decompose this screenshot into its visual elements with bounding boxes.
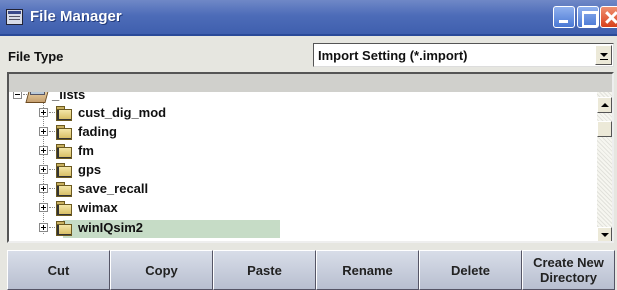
tree-node-label: _lists	[52, 92, 86, 102]
dropdown-arrow-icon[interactable]	[595, 45, 612, 65]
folder-icon	[55, 143, 72, 159]
file-tree-panel: _lists cust_dig_mod fading fm gps save_r…	[7, 72, 614, 243]
paste-button[interactable]: Paste	[213, 250, 316, 290]
folder-icon	[39, 242, 53, 243]
scroll-up-arrow-icon[interactable]	[597, 97, 612, 113]
tree-header	[9, 74, 612, 92]
tree-node-label: gps	[78, 162, 102, 177]
folder-icon	[55, 124, 72, 140]
title-bar[interactable]: File Manager	[0, 0, 617, 36]
file-type-select[interactable]: Import Setting (*.import)	[313, 43, 614, 67]
expand-icon[interactable]	[39, 184, 48, 193]
tree-node-label: fm	[78, 143, 94, 158]
expand-icon[interactable]	[39, 108, 48, 117]
folder-icon	[55, 162, 72, 178]
scroll-down-arrow-icon[interactable]	[597, 227, 612, 241]
create-new-directory-button[interactable]: Create New Directory	[522, 250, 615, 290]
cut-button[interactable]: Cut	[7, 250, 110, 290]
expand-icon[interactable]	[39, 165, 48, 174]
tree-node-label: fading	[78, 124, 117, 139]
file-tree[interactable]: _lists cust_dig_mod fading fm gps save_r…	[9, 92, 597, 243]
tree-node-label: winIQsim2	[78, 220, 144, 235]
folder-icon	[55, 105, 72, 121]
expand-icon[interactable]	[39, 203, 48, 212]
file-type-value: Import Setting (*.import)	[318, 48, 468, 63]
folder-open-icon	[27, 92, 49, 102]
scroll-thumb[interactable]	[597, 121, 612, 137]
expand-icon[interactable]	[39, 127, 48, 136]
close-button[interactable]	[600, 6, 617, 28]
file-manager-window: File Manager File Type Import Setting (*…	[0, 0, 617, 290]
minimize-button[interactable]	[553, 6, 575, 28]
rename-button[interactable]: Rename	[316, 250, 419, 290]
tree-node-label: save_recall	[78, 181, 149, 196]
copy-button[interactable]: Copy	[110, 250, 213, 290]
file-manager-icon	[6, 9, 23, 25]
window-title: File Manager	[30, 8, 122, 25]
collapse-icon[interactable]	[13, 92, 22, 99]
vertical-scrollbar[interactable]	[597, 92, 612, 241]
folder-icon	[55, 181, 72, 197]
delete-button[interactable]: Delete	[419, 250, 522, 290]
action-button-bar: Cut Copy Paste Rename Delete Create New …	[0, 248, 617, 290]
folder-icon	[55, 220, 72, 236]
file-type-label: File Type	[8, 49, 64, 64]
maximize-button[interactable]	[577, 6, 599, 28]
expand-icon[interactable]	[39, 146, 48, 155]
expand-icon[interactable]	[39, 223, 48, 232]
tree-node-label: wimax	[78, 200, 118, 215]
folder-icon	[55, 200, 72, 216]
tree-node-label: cust_dig_mod	[78, 105, 167, 120]
